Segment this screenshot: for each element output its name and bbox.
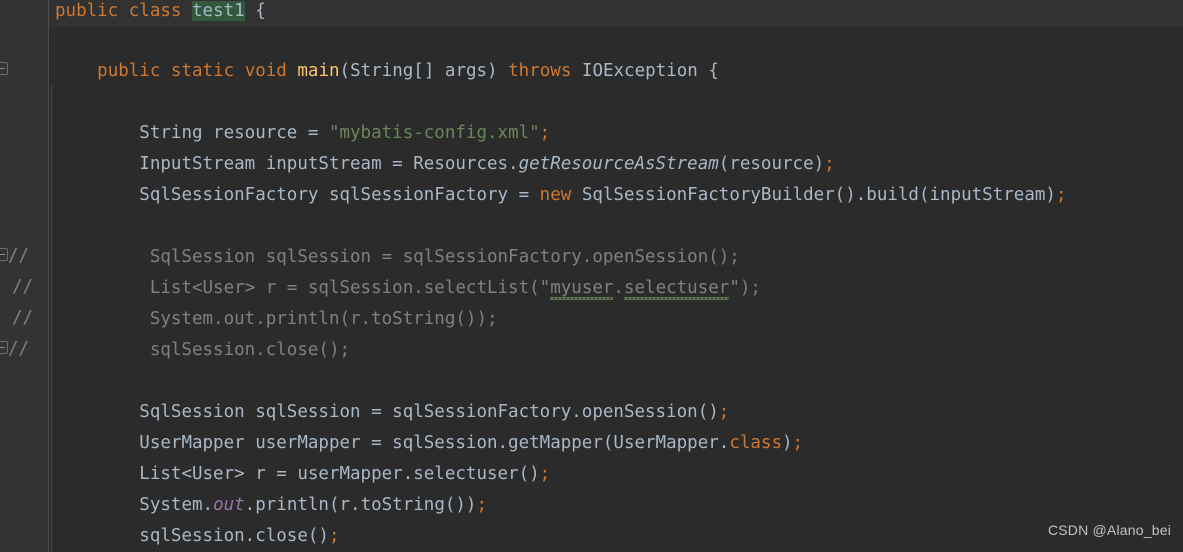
code-line[interactable]: sqlSession.close(); <box>49 521 1183 552</box>
comment-text: sqlSession.close(); <box>149 340 351 360</box>
gutter-comment-marker: // <box>12 277 34 297</box>
gutter-comment-marker: // <box>8 246 30 266</box>
string-literal: "mybatis-config.xml" <box>328 123 540 143</box>
declaration: SqlSessionFactory sqlSessionFactory = <box>139 185 540 205</box>
keyword-throws: throws <box>508 61 572 81</box>
constructor-call: SqlSessionFactoryBuilder().build(inputSt… <box>571 185 1056 205</box>
comment-text: System.out.println(r.toString()); <box>149 309 498 329</box>
typo-highlight: myuser <box>550 278 614 298</box>
code-line[interactable]: String resource = "mybatis-config.xml"; <box>49 118 1183 149</box>
code-line[interactable]: SqlSession sqlSession = sqlSessionFactor… <box>49 397 1183 428</box>
semicolon: ; <box>328 526 340 546</box>
code-line[interactable]: List<User> r = userMapper.selectuser(); <box>49 459 1183 490</box>
comment-text: . <box>613 278 624 298</box>
keyword-void: void <box>244 61 287 81</box>
typo-highlight: selectuser <box>623 278 730 298</box>
code-line-commented[interactable]: List<User> r = sqlSession.selectList("my… <box>49 273 1183 304</box>
semicolon: ; <box>792 433 804 453</box>
declaration: InputStream inputStream = Resources. <box>139 154 519 174</box>
open-brace: { <box>255 1 266 21</box>
call-args: (resource) <box>718 154 825 174</box>
method-name-main: main <box>297 61 340 81</box>
keyword-class: class <box>729 433 782 453</box>
code-line[interactable]: public class test1 { <box>49 0 1183 27</box>
semicolon: ; <box>824 154 835 174</box>
comment-text: "); <box>729 278 761 298</box>
semicolon: ; <box>718 402 730 422</box>
class-name: test1 <box>192 1 245 21</box>
code-fold-icon[interactable] <box>0 248 8 261</box>
static-field-out: out <box>213 495 245 515</box>
open-brace: { <box>708 61 719 81</box>
comment-text: List<User> r = sqlSession.selectList(" <box>149 278 551 298</box>
semicolon: ; <box>539 123 551 143</box>
declaration: String resource = <box>139 123 329 143</box>
method-params: (String[] args) <box>339 61 498 81</box>
code-line[interactable]: SqlSessionFactory sqlSessionFactory = ne… <box>49 180 1183 211</box>
code-fold-icon[interactable] <box>0 341 8 354</box>
code-line[interactable]: public static void main(String[] args) t… <box>49 56 1183 87</box>
code-editor[interactable]: // // // // public class test1 { public … <box>0 0 1183 552</box>
gutter-comment-marker: // <box>8 339 30 359</box>
code-line[interactable]: UserMapper userMapper = sqlSession.getMa… <box>49 428 1183 459</box>
code-line[interactable]: InputStream inputStream = Resources.getR… <box>49 149 1183 180</box>
code-line-commented[interactable]: System.out.println(r.toString()); <box>49 304 1183 335</box>
semicolon: ; <box>539 464 551 484</box>
gutter-marks: // // // // <box>0 0 48 552</box>
keyword-class: class <box>128 1 182 21</box>
code-fold-icon[interactable] <box>0 62 8 75</box>
exception-type: IOException <box>581 61 698 81</box>
code-line-commented[interactable]: sqlSession.close(); <box>49 335 1183 366</box>
keyword-public: public <box>55 1 119 21</box>
gutter-comment-marker: // <box>12 308 34 328</box>
close-paren: ) <box>782 433 793 453</box>
declaration: SqlSession sqlSession = sqlSessionFactor… <box>139 402 719 422</box>
keyword-static: static <box>170 61 235 81</box>
comment-text: SqlSession sqlSession = sqlSessionFactor… <box>149 247 740 267</box>
keyword-new: new <box>539 185 572 205</box>
watermark: CSDN @Alano_bei <box>1047 522 1171 538</box>
expression: sqlSession.close() <box>139 526 329 546</box>
method-call: .println(r.toString()) <box>244 495 477 515</box>
code-line[interactable]: System.out.println(r.toString()); <box>49 490 1183 521</box>
declaration: List<User> r = userMapper.selectuser() <box>139 464 540 484</box>
semicolon: ; <box>1055 185 1067 205</box>
static-method-call: getResourceAsStream <box>518 154 719 174</box>
semicolon: ; <box>476 495 488 515</box>
declaration: UserMapper userMapper = sqlSession.getMa… <box>139 433 730 453</box>
expression: System. <box>139 495 214 515</box>
code-content[interactable]: public class test1 { public static void … <box>49 0 1183 552</box>
code-line-commented[interactable]: SqlSession sqlSession = sqlSessionFactor… <box>49 242 1183 273</box>
keyword-public: public <box>97 61 161 81</box>
